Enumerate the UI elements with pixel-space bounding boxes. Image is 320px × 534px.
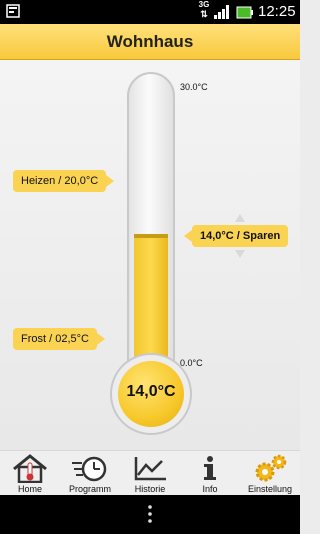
nav-home-label: Home <box>17 484 42 494</box>
clock: 12:25 <box>258 3 296 20</box>
nav-home[interactable]: Home <box>0 451 60 496</box>
nav-historie[interactable]: Historie <box>120 451 180 496</box>
thermometer-panel: 14,0°C 30.0°C 0.0°C Heizen / 20,0°C 14,0… <box>0 60 300 450</box>
nav-historie-label: Historie <box>134 484 166 494</box>
info-icon <box>204 456 216 480</box>
sparen-up-arrow-icon[interactable] <box>235 214 245 222</box>
clock-program-icon <box>72 456 107 482</box>
home-thermometer-icon <box>13 454 47 483</box>
heizen-setpoint-label[interactable]: Heizen / 20,0°C <box>13 170 115 192</box>
sparen-down-arrow-icon[interactable] <box>235 250 245 258</box>
chart-history-icon <box>134 457 166 481</box>
nav-info-label: Info <box>202 484 218 494</box>
gears-icon <box>255 454 287 482</box>
nav-einstellung[interactable]: Einstellung <box>240 451 300 496</box>
scale-min-label: 0.0°C <box>180 358 203 368</box>
page-title: Wohnhaus <box>106 32 194 51</box>
title-bar: Wohnhaus <box>0 24 300 60</box>
frost-setpoint-label[interactable]: Frost / 02,5°C <box>13 328 105 350</box>
sparen-setpoint-label[interactable]: 14,0°C / Sparen <box>183 225 289 247</box>
network-type-indicator: 3G ⇅ <box>198 0 210 20</box>
nav-programm-label: Programm <box>68 484 111 494</box>
battery-icon <box>236 6 253 19</box>
overflow-menu-icon[interactable] <box>148 505 152 523</box>
system-nav-bar <box>0 495 300 534</box>
status-bar: 3G ⇅ 12:25 <box>0 0 300 24</box>
notification-icon <box>6 4 20 18</box>
temperature-fill-top <box>134 234 168 239</box>
scale-max-label: 30.0°C <box>180 82 208 92</box>
signal-icon <box>214 5 229 19</box>
current-temperature: 14,0°C <box>126 383 176 400</box>
nav-programm[interactable]: Programm <box>60 451 120 496</box>
nav-einstellung-label: Einstellung <box>247 484 293 494</box>
nav-info[interactable]: Info <box>180 451 240 496</box>
bottom-nav: Home Programm Historie Info Einstellung <box>0 450 300 495</box>
